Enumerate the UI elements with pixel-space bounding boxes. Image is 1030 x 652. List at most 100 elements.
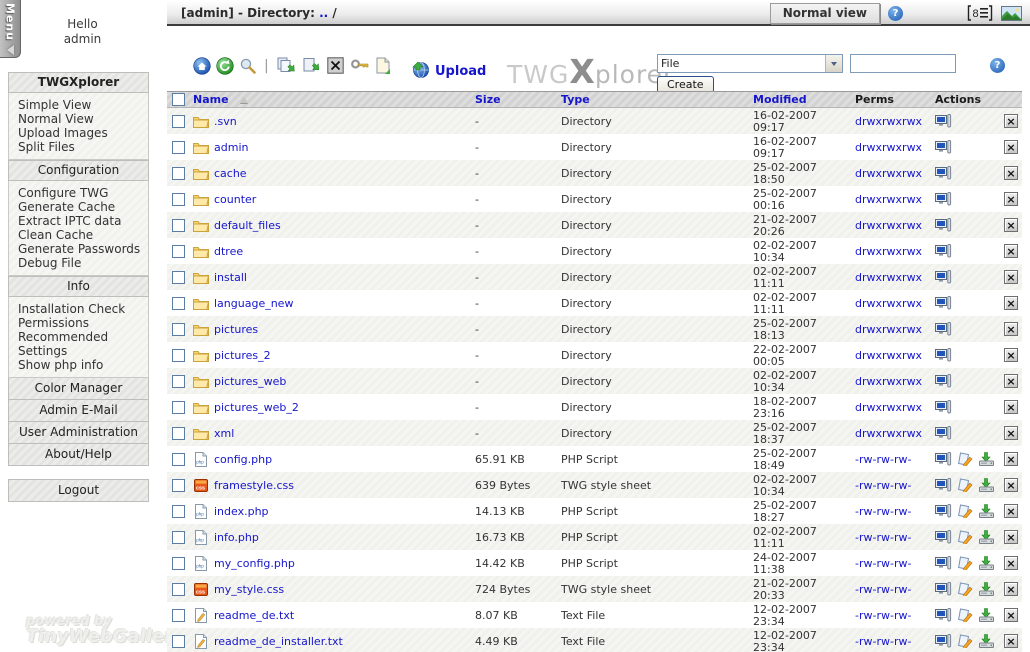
perms-link[interactable]: drwxrwxrwx xyxy=(855,401,922,414)
permissions-key-icon[interactable] xyxy=(350,57,370,77)
file-name-link[interactable]: admin xyxy=(214,141,248,154)
file-name-link[interactable]: xml xyxy=(214,427,234,440)
file-name-link[interactable]: readme_de.txt xyxy=(214,609,294,622)
upload-link[interactable]: Upload xyxy=(411,60,486,82)
edit-icon[interactable] xyxy=(958,478,973,492)
view-icon[interactable] xyxy=(935,374,952,388)
sidebar-item[interactable]: Generate Cache xyxy=(18,200,144,214)
row-checkbox[interactable] xyxy=(172,115,185,128)
perms-link[interactable]: -rw-rw-rw- xyxy=(855,609,911,622)
edit-icon[interactable] xyxy=(958,452,973,466)
perms-link[interactable]: drwxrwxrwx xyxy=(855,323,922,336)
view-icon[interactable] xyxy=(935,348,952,362)
file-name-link[interactable]: cache xyxy=(214,167,247,180)
parent-directory-link[interactable]: .. xyxy=(319,6,328,20)
row-checkbox[interactable] xyxy=(172,219,185,232)
download-icon[interactable] xyxy=(979,556,994,570)
perms-link[interactable]: drwxrwxrwx xyxy=(855,167,922,180)
file-name-link[interactable]: pictures_2 xyxy=(214,349,271,362)
file-name-link[interactable]: .svn xyxy=(214,115,237,128)
sidebar-item[interactable]: Show php info xyxy=(18,358,144,372)
download-icon[interactable] xyxy=(979,634,994,648)
logout-button[interactable]: Logout xyxy=(8,479,149,502)
perms-link[interactable]: -rw-rw-rw- xyxy=(855,505,911,518)
delete-button[interactable]: × xyxy=(1004,218,1018,232)
delete-button[interactable]: × xyxy=(1004,582,1018,596)
help-icon[interactable]: ? xyxy=(888,6,903,21)
row-checkbox[interactable] xyxy=(172,557,185,570)
view-mode-button[interactable]: Normal view xyxy=(770,3,880,24)
file-name-link[interactable]: readme_de_installer.txt xyxy=(214,635,343,648)
row-checkbox[interactable] xyxy=(172,635,185,648)
perms-link[interactable]: -rw-rw-rw- xyxy=(855,635,911,648)
row-checkbox[interactable] xyxy=(172,349,185,362)
perms-link[interactable]: drwxrwxrwx xyxy=(855,193,922,206)
delete-button[interactable]: × xyxy=(1004,322,1018,336)
list-view-icon[interactable]: 8 xyxy=(967,5,993,21)
sidebar-item[interactable]: Simple View xyxy=(18,98,144,112)
file-name-link[interactable]: counter xyxy=(214,193,256,206)
sidebar-button[interactable]: About/Help xyxy=(8,444,149,466)
view-icon[interactable] xyxy=(935,634,952,648)
file-name-link[interactable]: pictures_web_2 xyxy=(214,401,299,414)
file-name-link[interactable]: pictures_web xyxy=(214,375,286,388)
new-file-icon[interactable] xyxy=(375,57,392,78)
sidebar-item[interactable]: Clean Cache xyxy=(18,228,144,242)
delete-button[interactable]: × xyxy=(1004,270,1018,284)
create-name-input[interactable] xyxy=(850,54,956,73)
sidebar-item[interactable]: Split Files xyxy=(18,140,144,154)
home-icon[interactable] xyxy=(193,57,211,78)
delete-button[interactable]: × xyxy=(1004,504,1018,518)
file-name-link[interactable]: default_files xyxy=(214,219,281,232)
delete-button[interactable]: × xyxy=(1004,426,1018,440)
perms-link[interactable]: drwxrwxrwx xyxy=(855,271,922,284)
delete-button[interactable]: × xyxy=(1004,556,1018,570)
perms-link[interactable]: -rw-rw-rw- xyxy=(855,557,911,570)
file-name-link[interactable]: install xyxy=(214,271,247,284)
delete-button[interactable]: × xyxy=(1004,140,1018,154)
perms-link[interactable]: drwxrwxrwx xyxy=(855,219,922,232)
perms-link[interactable]: drwxrwxrwx xyxy=(855,245,922,258)
delete-button[interactable]: × xyxy=(1004,452,1018,466)
edit-icon[interactable] xyxy=(958,582,973,596)
edit-icon[interactable] xyxy=(958,634,973,648)
file-name-link[interactable]: dtree xyxy=(214,245,243,258)
delete-button[interactable]: × xyxy=(1004,374,1018,388)
delete-button[interactable]: × xyxy=(1004,608,1018,622)
delete-button[interactable]: × xyxy=(1004,192,1018,206)
view-icon[interactable] xyxy=(935,114,952,128)
perms-link[interactable]: drwxrwxrwx xyxy=(855,375,922,388)
sidebar-button[interactable]: User Administration xyxy=(8,422,149,444)
create-type-select[interactable]: File xyxy=(657,54,843,73)
row-checkbox[interactable] xyxy=(172,375,185,388)
delete-button[interactable]: × xyxy=(1004,348,1018,362)
file-name-link[interactable]: my_style.css xyxy=(214,583,284,596)
row-checkbox[interactable] xyxy=(172,167,185,180)
sidebar-item[interactable]: Configure TWG xyxy=(18,186,144,200)
view-icon[interactable] xyxy=(935,608,952,622)
perms-link[interactable]: drwxrwxrwx xyxy=(855,297,922,310)
view-icon[interactable] xyxy=(935,426,952,440)
download-icon[interactable] xyxy=(979,582,994,596)
row-checkbox[interactable] xyxy=(172,271,185,284)
edit-icon[interactable] xyxy=(958,530,973,544)
image-view-icon[interactable] xyxy=(1001,6,1022,21)
row-checkbox[interactable] xyxy=(172,479,185,492)
perms-link[interactable]: -rw-rw-rw- xyxy=(855,531,911,544)
sidebar-button[interactable]: Admin E-Mail xyxy=(8,400,149,422)
download-icon[interactable] xyxy=(979,530,994,544)
row-checkbox[interactable] xyxy=(172,193,185,206)
view-icon[interactable] xyxy=(935,166,952,180)
row-checkbox[interactable] xyxy=(172,245,185,258)
perms-link[interactable]: drwxrwxrwx xyxy=(855,427,922,440)
delete-button[interactable]: × xyxy=(1004,244,1018,258)
view-icon[interactable] xyxy=(935,244,952,258)
file-name-link[interactable]: info.php xyxy=(214,531,259,544)
view-icon[interactable] xyxy=(935,556,952,570)
sidebar-item[interactable]: Upload Images xyxy=(18,126,144,140)
row-checkbox[interactable] xyxy=(172,297,185,310)
sort-by-name[interactable]: Name xyxy=(193,93,229,106)
sidebar-item[interactable]: Installation Check xyxy=(18,302,144,316)
download-icon[interactable] xyxy=(979,452,994,466)
row-checkbox[interactable] xyxy=(172,401,185,414)
